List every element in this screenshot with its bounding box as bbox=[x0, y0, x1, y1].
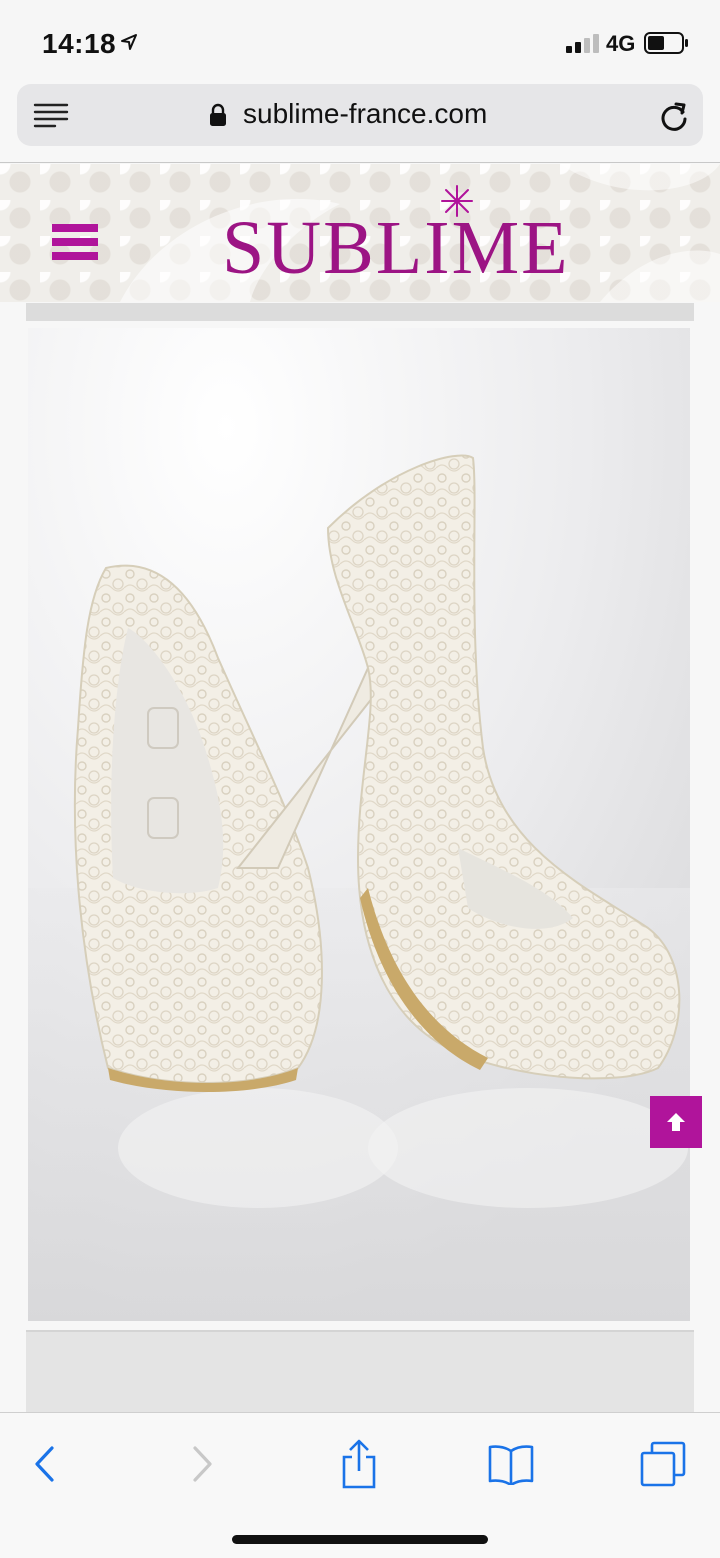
book-icon bbox=[488, 1445, 534, 1485]
scroll-to-top-button[interactable] bbox=[650, 1096, 702, 1148]
lace-pumps-image bbox=[28, 328, 690, 1321]
back-button[interactable] bbox=[19, 1439, 69, 1489]
tabs-icon bbox=[640, 1441, 686, 1487]
tabs-button[interactable] bbox=[638, 1439, 688, 1489]
location-arrow-icon bbox=[121, 34, 137, 50]
share-button[interactable] bbox=[334, 1439, 384, 1489]
arrow-up-icon bbox=[667, 1113, 685, 1131]
network-type: 4G bbox=[606, 31, 636, 56]
home-indicator bbox=[232, 1535, 488, 1544]
chevron-left-icon bbox=[35, 1446, 54, 1482]
next-image-edge bbox=[26, 1330, 694, 1422]
bookmarks-button[interactable] bbox=[486, 1439, 536, 1489]
chevron-right-icon bbox=[193, 1446, 212, 1482]
browser-toolbar bbox=[0, 1412, 720, 1558]
status-bar: 14:18 4G bbox=[0, 0, 720, 80]
reader-mode-icon[interactable] bbox=[33, 102, 69, 128]
signal-icon bbox=[566, 34, 599, 53]
share-icon bbox=[342, 1439, 376, 1489]
url-text[interactable]: sublime-france.com bbox=[243, 98, 487, 130]
address-bar[interactable]: sublime-france.com bbox=[17, 84, 703, 146]
product-image[interactable] bbox=[28, 328, 690, 1321]
status-time: 14:18 bbox=[42, 28, 117, 59]
site-logo[interactable]: SUBLIME bbox=[222, 210, 570, 286]
previous-image-edge bbox=[26, 303, 694, 321]
lock-icon bbox=[210, 103, 226, 126]
reload-icon[interactable] bbox=[659, 100, 689, 132]
forward-button[interactable] bbox=[178, 1439, 228, 1489]
battery-icon bbox=[644, 32, 688, 54]
site-header: SUBLIME bbox=[0, 164, 720, 302]
address-divider bbox=[0, 162, 720, 163]
hamburger-menu-icon[interactable] bbox=[52, 224, 98, 264]
